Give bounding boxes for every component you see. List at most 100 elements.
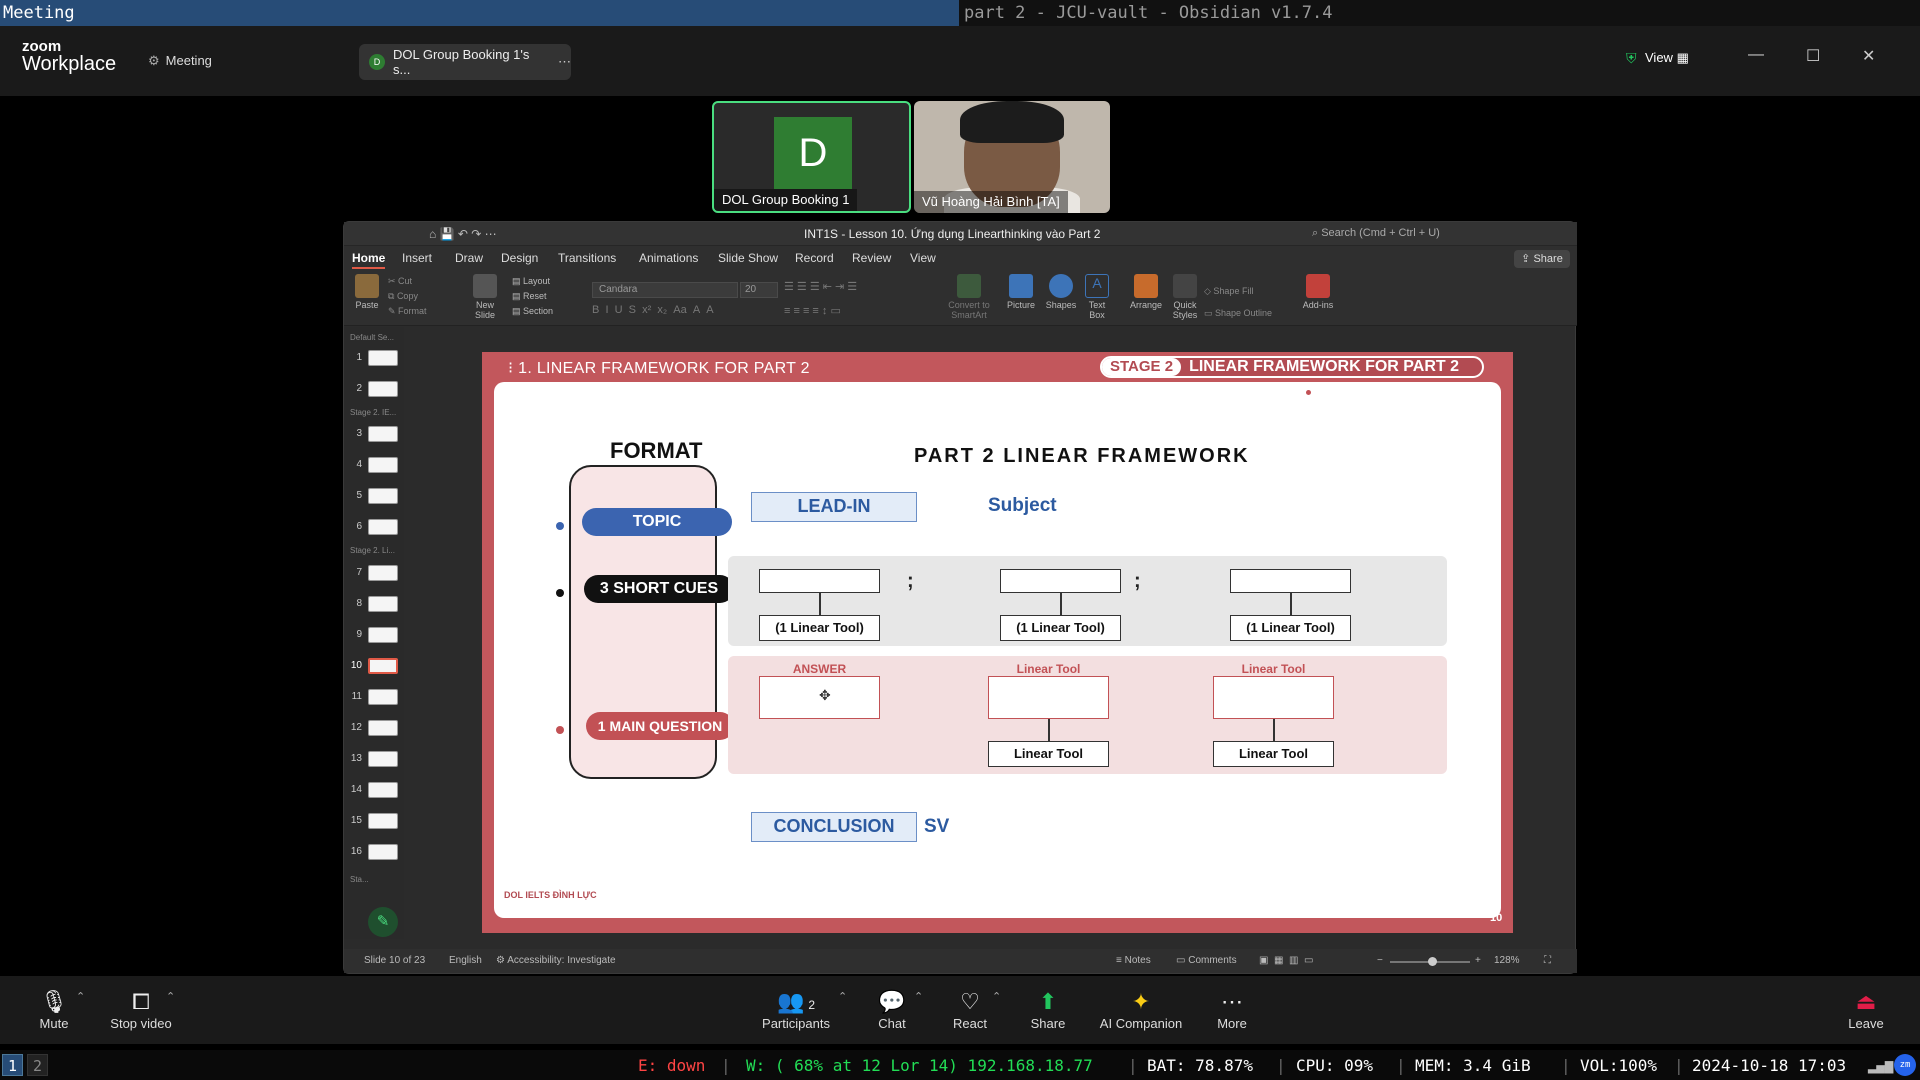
minimize-icon[interactable]: — bbox=[1748, 46, 1764, 64]
cut-button[interactable]: ✂ Cut bbox=[388, 274, 427, 289]
share-button[interactable]: ⇪ Share bbox=[1514, 250, 1570, 268]
alignment-controls[interactable]: ≡ ≡ ≡ ≡ ↕ ▭ bbox=[784, 304, 841, 317]
zoom-tray-icon[interactable]: zm bbox=[1894, 1054, 1916, 1076]
volume-status: VOL:100% bbox=[1580, 1056, 1658, 1075]
accessibility-button[interactable]: ⚙ Accessibility: Investigate bbox=[496, 955, 616, 966]
section-header[interactable]: Stage 2. Li... bbox=[350, 546, 395, 555]
chat-button[interactable]: 💬 Chat bbox=[872, 988, 912, 1031]
zoom-level[interactable]: 128% bbox=[1494, 955, 1520, 966]
shield-icon[interactable]: ⛨ bbox=[1626, 50, 1637, 67]
shape-outline-button[interactable]: ▭ Shape Outline bbox=[1204, 302, 1272, 324]
workspace-button[interactable]: 2 bbox=[27, 1054, 48, 1076]
text-format-controls[interactable]: B I U S x² x₂ Aa A A bbox=[592, 304, 714, 316]
slide-thumbnail[interactable]: 5 bbox=[348, 487, 402, 505]
leave-button[interactable]: ⏏ Leave bbox=[1846, 988, 1886, 1031]
new-slide-button[interactable]: New Slide bbox=[468, 274, 502, 320]
comments-button[interactable]: ▭ Comments bbox=[1176, 955, 1237, 966]
chevron-up-icon[interactable]: ⌃ bbox=[838, 990, 847, 1003]
workspace-button[interactable]: 1 bbox=[2, 1054, 23, 1076]
more-icon[interactable]: ⋯ bbox=[558, 54, 571, 70]
home-icon[interactable]: ⌂ 💾 ↶ ↷ ⋯ bbox=[429, 227, 497, 241]
section-header[interactable]: Default Se... bbox=[350, 333, 394, 342]
react-button[interactable]: ♡ React bbox=[949, 988, 991, 1031]
fit-slide-icon[interactable]: ⛶ bbox=[1544, 955, 1551, 966]
screen-share-pill[interactable]: D DOL Group Booking 1's s... ⋯ bbox=[359, 44, 571, 80]
arrange-button[interactable]: Arrange bbox=[1126, 274, 1166, 310]
tab-draw[interactable]: Draw bbox=[455, 251, 483, 265]
view-mode-icons[interactable]: ▣ ▦ ▥ ▭ bbox=[1259, 955, 1313, 966]
slide-thumbnail[interactable]: 2 bbox=[348, 380, 402, 398]
paragraph-controls[interactable]: ☰ ☰ ☰ ⇤ ⇥ ☰ bbox=[784, 280, 857, 293]
slide-thumbnail[interactable]: 6 bbox=[348, 518, 402, 536]
participant-tile[interactable]: Vũ Hoàng Hải Bình [TA] bbox=[914, 101, 1110, 213]
slide-number: 6 bbox=[356, 521, 362, 532]
paste-button[interactable]: Paste bbox=[352, 274, 382, 310]
slide-thumbnail[interactable]: 16 bbox=[348, 843, 402, 861]
slide-thumbnail[interactable]: 15 bbox=[348, 812, 402, 830]
section-header[interactable]: Sta... bbox=[350, 875, 369, 884]
slide-thumbnail[interactable]: 14 bbox=[348, 781, 402, 799]
zoom-in-icon[interactable]: + bbox=[1475, 955, 1481, 966]
language-button[interactable]: English bbox=[449, 955, 482, 966]
slide-thumbnail[interactable]: 9 bbox=[348, 626, 402, 644]
chevron-up-icon[interactable]: ⌃ bbox=[76, 990, 85, 1003]
slide-thumbnail[interactable]: 4 bbox=[348, 456, 402, 474]
ppt-titlebar: ⌂ 💾 ↶ ↷ ⋯ INT1S - Lesson 10. Ứng dụng Li… bbox=[344, 222, 1577, 246]
tab-insert[interactable]: Insert bbox=[402, 251, 432, 265]
close-icon[interactable]: ✕ bbox=[1862, 46, 1875, 66]
slide-thumbnail[interactable]: 12 bbox=[348, 719, 402, 737]
share-screen-button[interactable]: ⬆ Share bbox=[1028, 988, 1068, 1031]
reset-button[interactable]: ▤ Reset bbox=[512, 289, 553, 304]
notes-button[interactable]: ≡ Notes bbox=[1116, 955, 1151, 966]
participant-tile[interactable]: D DOL Group Booking 1 bbox=[712, 101, 911, 213]
search-input[interactable]: ⌕ Search (Cmd + Ctrl + U) bbox=[1312, 227, 1512, 240]
addins-button[interactable]: Add-ins bbox=[1300, 274, 1336, 310]
shapes-button[interactable]: Shapes bbox=[1044, 274, 1078, 310]
chevron-up-icon[interactable]: ⌃ bbox=[992, 990, 1001, 1003]
slide-thumbnail[interactable]: 3 bbox=[348, 425, 402, 443]
signal-icon[interactable]: ▂▄▆ bbox=[1868, 1058, 1893, 1074]
layout-button[interactable]: ▤ Layout bbox=[512, 274, 553, 289]
tab-view[interactable]: View bbox=[910, 251, 936, 265]
tab-slideshow[interactable]: Slide Show bbox=[718, 251, 778, 265]
zoom-out-icon[interactable]: − bbox=[1377, 955, 1383, 966]
active-window-title[interactable]: Meeting bbox=[0, 0, 959, 26]
tab-review[interactable]: Review bbox=[852, 251, 891, 265]
tab-design[interactable]: Design bbox=[501, 251, 538, 265]
mute-button[interactable]: 🎙 Mute bbox=[34, 988, 74, 1031]
font-family-select[interactable]: Candara bbox=[592, 282, 738, 298]
convert-smartart-button[interactable]: Convert to SmartArt bbox=[944, 274, 994, 320]
inactive-window-title[interactable]: part 2 - JCU-vault - Obsidian v1.7.4 bbox=[959, 0, 1920, 26]
tab-animations[interactable]: Animations bbox=[639, 251, 698, 265]
slide-thumbnail[interactable]: 11 bbox=[348, 688, 402, 706]
participants-button[interactable]: 👥 2 Participants bbox=[756, 988, 836, 1031]
textbox-button[interactable]: A Text Box bbox=[1082, 274, 1112, 320]
chevron-up-icon[interactable]: ⌃ bbox=[914, 990, 923, 1003]
meeting-info-button[interactable]: ⚙ Meeting bbox=[148, 53, 212, 69]
slide-thumbnail[interactable]: 8 bbox=[348, 595, 402, 613]
slide-thumbnail[interactable]: 1 bbox=[348, 349, 402, 367]
font-size-select[interactable]: 20 bbox=[740, 282, 778, 298]
ai-companion-button[interactable]: ✦ AI Companion bbox=[1094, 988, 1188, 1031]
shape-fill-button[interactable]: ◇ Shape Fill bbox=[1204, 280, 1272, 302]
view-button[interactable]: View ▦ bbox=[1645, 50, 1689, 66]
section-header[interactable]: Stage 2. IE... bbox=[350, 408, 396, 417]
pen-icon[interactable]: ✎ bbox=[368, 907, 398, 937]
slide-thumbnail[interactable]: 7 bbox=[348, 564, 402, 582]
slide-thumbnail-selected[interactable]: 10 bbox=[348, 657, 402, 675]
slide-thumbnail[interactable]: 13 bbox=[348, 750, 402, 768]
tab-transitions[interactable]: Transitions bbox=[558, 251, 616, 265]
maximize-icon[interactable]: ☐ bbox=[1806, 46, 1820, 66]
quick-styles-button[interactable]: Quick Styles bbox=[1170, 274, 1200, 320]
copy-button[interactable]: ⧉ Copy bbox=[388, 289, 427, 304]
section-button[interactable]: ▤ Section bbox=[512, 304, 553, 319]
slide-canvas[interactable]: ⁝ 1. LINEAR FRAMEWORK FOR PART 2 STAGE 2… bbox=[482, 352, 1513, 933]
chevron-up-icon[interactable]: ⌃ bbox=[166, 990, 175, 1003]
picture-button[interactable]: Picture bbox=[1004, 274, 1038, 310]
slide-preview bbox=[368, 457, 398, 473]
zoom-slider-thumb[interactable] bbox=[1428, 957, 1437, 966]
more-button[interactable]: ⋯ More bbox=[1212, 988, 1252, 1031]
tab-record[interactable]: Record bbox=[795, 251, 834, 265]
format-painter-button[interactable]: ✎ Format bbox=[388, 304, 427, 319]
tab-home[interactable]: Home bbox=[352, 251, 386, 269]
